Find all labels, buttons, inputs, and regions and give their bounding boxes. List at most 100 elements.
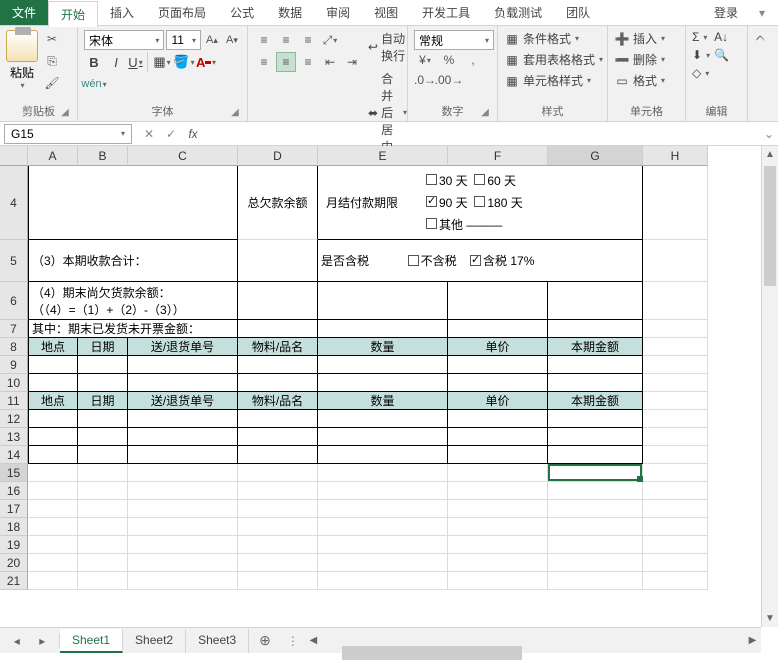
cell[interactable] bbox=[28, 446, 78, 464]
cell[interactable] bbox=[78, 518, 128, 536]
cell[interactable] bbox=[548, 554, 643, 572]
cell[interactable] bbox=[28, 410, 78, 428]
cell[interactable] bbox=[448, 428, 548, 446]
cell[interactable] bbox=[643, 536, 708, 554]
cell[interactable] bbox=[548, 464, 643, 482]
cell[interactable] bbox=[548, 536, 643, 554]
cell[interactable] bbox=[318, 356, 448, 374]
tab-loadtest[interactable]: 负载测试 bbox=[482, 0, 554, 25]
cell[interactable]: 物料/品名 bbox=[238, 392, 318, 410]
cell[interactable] bbox=[78, 482, 128, 500]
tab-nav-first-icon[interactable]: ◂ bbox=[14, 634, 20, 648]
tab-insert[interactable]: 插入 bbox=[98, 0, 146, 25]
tab-view[interactable]: 视图 bbox=[362, 0, 410, 25]
inc-decimal-icon[interactable]: .0→ bbox=[414, 70, 436, 90]
expand-formula-icon[interactable]: ⌄ bbox=[760, 127, 778, 141]
row-header-13[interactable]: 13 bbox=[0, 428, 28, 446]
row-header-18[interactable]: 18 bbox=[0, 518, 28, 536]
align-bottom-icon[interactable]: ≡ bbox=[298, 30, 318, 50]
scroll-right-icon[interactable]: ▶ bbox=[744, 635, 761, 646]
cell[interactable] bbox=[548, 320, 643, 338]
cell[interactable]: 地点 bbox=[28, 338, 78, 356]
cell[interactable]: 单价 bbox=[448, 338, 548, 356]
v-thumb[interactable] bbox=[764, 166, 776, 286]
cell[interactable] bbox=[548, 410, 643, 428]
cell[interactable]: 总欠款余额 bbox=[238, 166, 318, 240]
cell[interactable] bbox=[318, 464, 448, 482]
cell[interactable]: 本期金额 bbox=[548, 392, 643, 410]
cell-styles-button[interactable]: ▦单元格样式▾ bbox=[504, 72, 603, 89]
row-header-5[interactable]: 5 bbox=[0, 240, 28, 282]
border-button[interactable]: ▦▾ bbox=[152, 52, 172, 72]
cell[interactable]: 本期金额 bbox=[548, 338, 643, 356]
tab-team[interactable]: 团队 bbox=[554, 0, 602, 25]
tab-developer[interactable]: 开发工具 bbox=[410, 0, 482, 25]
cell[interactable] bbox=[28, 554, 78, 572]
cell[interactable] bbox=[28, 428, 78, 446]
cell[interactable] bbox=[318, 518, 448, 536]
cell[interactable] bbox=[28, 356, 78, 374]
cancel-formula-icon[interactable]: ✕ bbox=[138, 124, 160, 144]
autosum-button[interactable]: Σ▾ bbox=[692, 30, 710, 44]
cell[interactable]: 日期 bbox=[78, 338, 128, 356]
cell[interactable] bbox=[548, 500, 643, 518]
cell[interactable] bbox=[128, 482, 238, 500]
align-middle-icon[interactable]: ≡ bbox=[276, 30, 296, 50]
cell[interactable] bbox=[128, 518, 238, 536]
cell[interactable] bbox=[643, 482, 708, 500]
paste-icon[interactable] bbox=[6, 30, 38, 62]
copy-icon[interactable]: ⎘ bbox=[42, 52, 62, 70]
cell[interactable] bbox=[78, 536, 128, 554]
row-header-19[interactable]: 19 bbox=[0, 536, 28, 554]
cells-area[interactable]: 总欠款余额30 天 60 天月结付款期限90 天 180 天其他 ———（3）本… bbox=[28, 166, 708, 590]
cell[interactable] bbox=[318, 554, 448, 572]
cell[interactable] bbox=[318, 446, 448, 464]
cell[interactable] bbox=[643, 240, 708, 282]
cell[interactable] bbox=[643, 282, 708, 320]
cell[interactable] bbox=[318, 320, 448, 338]
grow-font-icon[interactable]: A▴ bbox=[203, 30, 221, 50]
sheet-tab-3[interactable]: Sheet3 bbox=[186, 629, 249, 653]
cell[interactable] bbox=[128, 410, 238, 428]
cut-icon[interactable]: ✂ bbox=[42, 30, 62, 48]
enter-formula-icon[interactable]: ✓ bbox=[160, 124, 182, 144]
cell[interactable] bbox=[643, 518, 708, 536]
col-header-C[interactable]: C bbox=[128, 146, 238, 166]
cell[interactable] bbox=[128, 572, 238, 590]
cell[interactable] bbox=[448, 320, 548, 338]
font-launcher-icon[interactable]: ◢ bbox=[229, 107, 241, 119]
help-icon[interactable]: ▾ bbox=[752, 4, 772, 22]
row-header-9[interactable]: 9 bbox=[0, 356, 28, 374]
cell[interactable] bbox=[128, 464, 238, 482]
cell[interactable] bbox=[643, 356, 708, 374]
cell[interactable] bbox=[643, 500, 708, 518]
vertical-scrollbar[interactable]: ▲ ▼ bbox=[761, 146, 778, 627]
cell[interactable] bbox=[78, 428, 128, 446]
cell[interactable] bbox=[238, 500, 318, 518]
format-as-table-button[interactable]: ▦套用表格格式▾ bbox=[504, 51, 603, 68]
cell[interactable]: 数量 bbox=[318, 338, 448, 356]
row-header-12[interactable]: 12 bbox=[0, 410, 28, 428]
cell[interactable] bbox=[318, 410, 448, 428]
login-link[interactable]: 登录 bbox=[714, 4, 738, 21]
insert-cells-button[interactable]: ➕插入▾ bbox=[614, 30, 665, 47]
cell[interactable] bbox=[238, 282, 318, 320]
tab-review[interactable]: 审阅 bbox=[314, 0, 362, 25]
cell[interactable] bbox=[448, 356, 548, 374]
cell[interactable] bbox=[128, 428, 238, 446]
cell[interactable] bbox=[643, 464, 708, 482]
cell[interactable] bbox=[318, 282, 448, 320]
cell[interactable] bbox=[643, 374, 708, 392]
cell[interactable] bbox=[238, 356, 318, 374]
cell[interactable] bbox=[548, 482, 643, 500]
cell[interactable] bbox=[78, 356, 128, 374]
indent-inc-icon[interactable]: ⇥ bbox=[342, 52, 362, 72]
cell[interactable] bbox=[643, 554, 708, 572]
tab-data[interactable]: 数据 bbox=[266, 0, 314, 25]
wrap-text-button[interactable]: ↩自动换行 bbox=[368, 30, 407, 64]
scroll-left-icon[interactable]: ◀ bbox=[305, 635, 322, 646]
cell[interactable] bbox=[238, 572, 318, 590]
tab-nav-last-icon[interactable]: ▸ bbox=[39, 634, 45, 648]
align-left-icon[interactable]: ≡ bbox=[254, 52, 274, 72]
tab-page-layout[interactable]: 页面布局 bbox=[146, 0, 218, 25]
